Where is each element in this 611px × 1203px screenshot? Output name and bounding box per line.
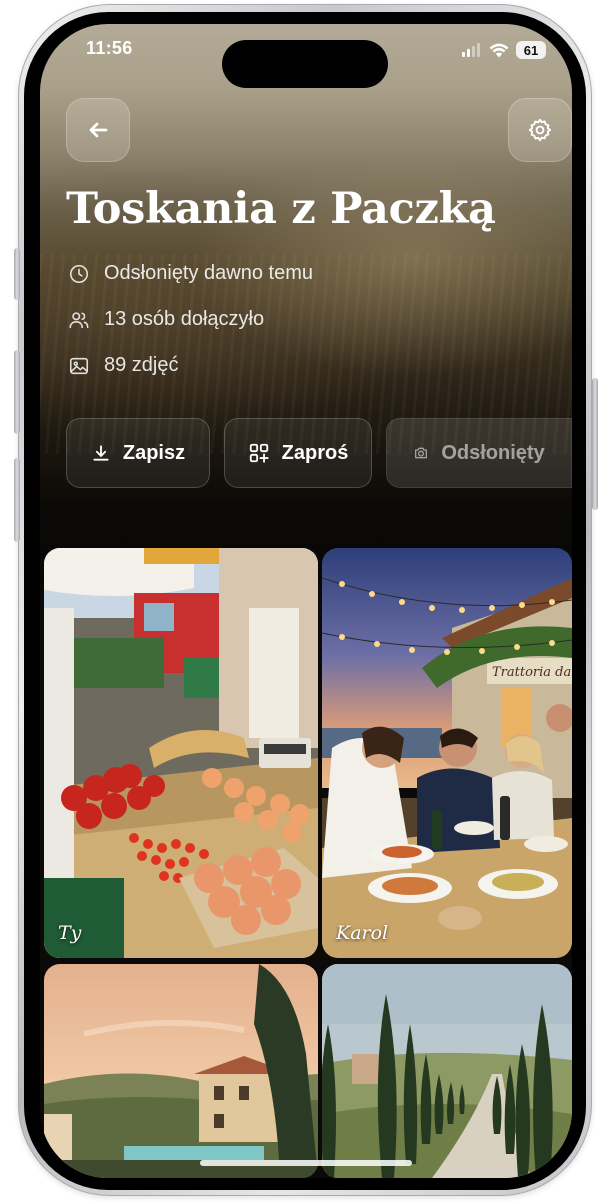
album-title: Toskania z Paczką [66,184,496,234]
arrow-left-icon [89,122,108,138]
photo-tile-villa[interactable] [44,964,318,1178]
qr-add-icon [249,443,269,463]
volume-up-button [14,350,20,434]
photo-tile-cypress-road[interactable] [322,964,572,1178]
power-button [592,378,598,510]
revealed-button[interactable]: Odsłonięty [386,418,572,488]
status-time: 11:56 [86,38,133,58]
revealed-label: Odsłonięty [441,441,545,464]
meta-photo-count: 89 zdjęć [68,354,179,377]
photo-tile-market[interactable]: Ty [44,548,318,958]
action-button [14,248,20,300]
trattoria-photo: Trattoria da M [322,548,572,958]
screen: 11:56 61 Toskania z Paczką Odsłonięty da… [40,24,572,1178]
cellular-signal-icon [462,43,480,57]
dynamic-island [222,40,388,88]
download-icon [93,445,109,461]
back-button[interactable] [66,98,130,162]
market-photo [44,548,318,958]
trattoria-sign: Trattoria da M [492,665,572,680]
invite-label: Zaproś [281,441,349,464]
photo-author-label: Ty [58,922,82,944]
volume-down-button [14,458,20,542]
settings-button[interactable] [508,98,572,162]
cypress-road-photo [322,964,572,1178]
villa-photo [44,964,318,1178]
home-indicator[interactable] [200,1160,412,1166]
invite-button[interactable]: Zaproś [224,418,372,488]
meta-photo-count-text: 89 zdjęć [104,354,179,376]
status-icons: 61 [462,40,546,60]
save-button[interactable]: Zapisz [66,418,210,488]
photo-tile-trattoria[interactable]: Trattoria da M [322,548,572,958]
photo-author-label: Karol [336,922,389,944]
image-icon [69,357,89,374]
wifi-icon [489,43,509,57]
camera-icon [415,447,428,459]
meta-members: 13 osób dołączyło [68,308,264,331]
battery-indicator: 61 [516,41,546,59]
people-icon [69,311,89,328]
clock-icon [69,264,89,283]
meta-reveal-time: Odsłonięty dawno temu [68,262,313,285]
gear-icon [528,118,552,142]
meta-members-text: 13 osób dołączyło [104,308,265,330]
save-label: Zapisz [122,441,186,464]
meta-reveal-text: Odsłonięty dawno temu [104,262,314,284]
